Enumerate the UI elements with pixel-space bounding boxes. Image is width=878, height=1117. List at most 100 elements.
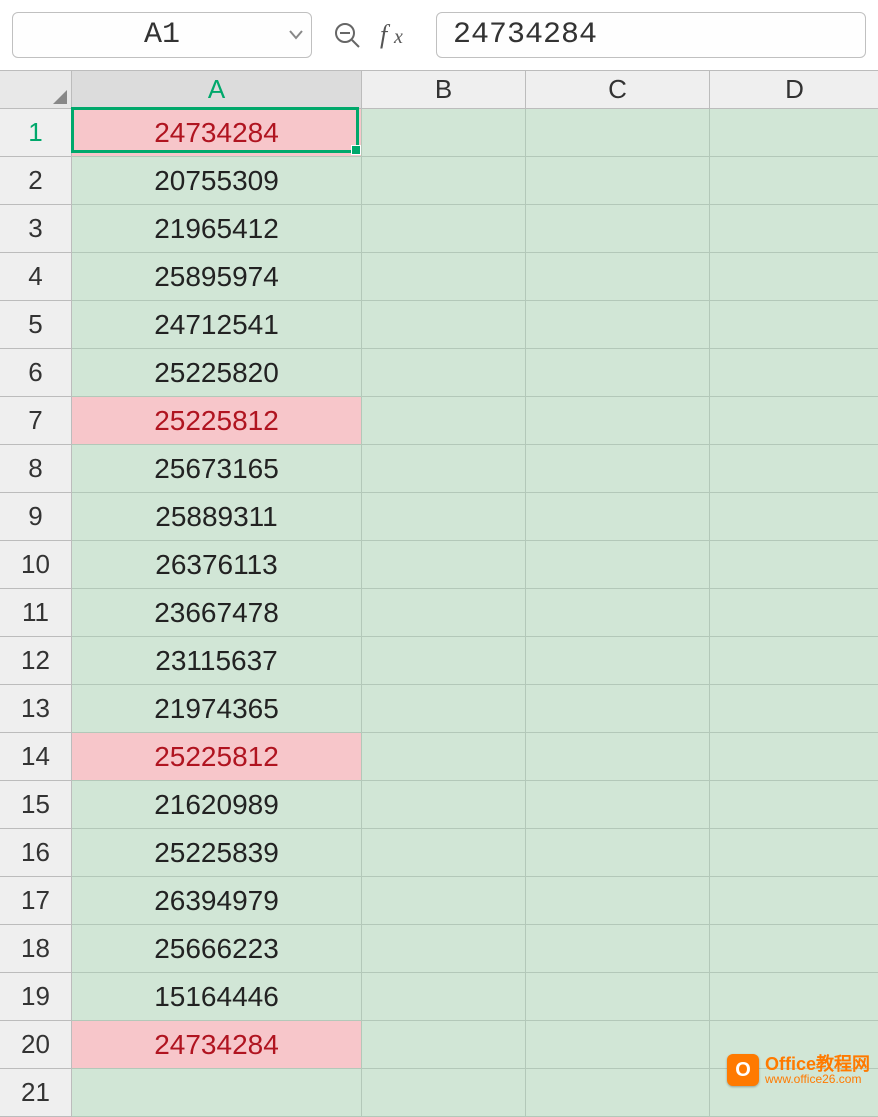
row-header[interactable]: 21 (0, 1069, 72, 1117)
cell-D16[interactable] (710, 829, 878, 877)
fx-icon[interactable]: f x (380, 20, 418, 50)
cell-C6[interactable] (526, 349, 710, 397)
cell-A6[interactable]: 25225820 (72, 349, 362, 397)
row-header[interactable]: 7 (0, 397, 72, 445)
cell-B13[interactable] (362, 685, 526, 733)
row-header[interactable]: 4 (0, 253, 72, 301)
spreadsheet-grid[interactable]: A B C D 1 24734284 22075530932196541242589… (0, 70, 878, 1117)
cell-D10[interactable] (710, 541, 878, 589)
row-header[interactable]: 19 (0, 973, 72, 1021)
row-header[interactable]: 14 (0, 733, 72, 781)
cell-D14[interactable] (710, 733, 878, 781)
cell-A18[interactable]: 25666223 (72, 925, 362, 973)
cell-D9[interactable] (710, 493, 878, 541)
cell-D5[interactable] (710, 301, 878, 349)
cell-A12[interactable]: 23115637 (72, 637, 362, 685)
cell-C15[interactable] (526, 781, 710, 829)
select-all-corner[interactable] (0, 71, 72, 109)
row-header[interactable]: 3 (0, 205, 72, 253)
cell-B11[interactable] (362, 589, 526, 637)
cell-D4[interactable] (710, 253, 878, 301)
column-header-A[interactable]: A (72, 71, 362, 109)
column-header-C[interactable]: C (526, 71, 710, 109)
name-box[interactable]: A1 (12, 12, 312, 58)
name-box-dropdown-icon[interactable] (289, 30, 303, 40)
row-header[interactable]: 2 (0, 157, 72, 205)
row-header[interactable]: 1 (0, 109, 72, 157)
cell-D12[interactable] (710, 637, 878, 685)
cell-B21[interactable] (362, 1069, 526, 1117)
cell-C7[interactable] (526, 397, 710, 445)
cell-B12[interactable] (362, 637, 526, 685)
cell-B16[interactable] (362, 829, 526, 877)
cell-B20[interactable] (362, 1021, 526, 1069)
row-header[interactable]: 15 (0, 781, 72, 829)
cell-D3[interactable] (710, 205, 878, 253)
cell-D17[interactable] (710, 877, 878, 925)
cell-D13[interactable] (710, 685, 878, 733)
row-header[interactable]: 9 (0, 493, 72, 541)
cell-C12[interactable] (526, 637, 710, 685)
cell-B8[interactable] (362, 445, 526, 493)
cell-D8[interactable] (710, 445, 878, 493)
cell-B2[interactable] (362, 157, 526, 205)
cell-C2[interactable] (526, 157, 710, 205)
cell-D6[interactable] (710, 349, 878, 397)
cell-B1[interactable] (362, 109, 526, 157)
cell-B5[interactable] (362, 301, 526, 349)
cell-C10[interactable] (526, 541, 710, 589)
cell-C20[interactable] (526, 1021, 710, 1069)
cell-C3[interactable] (526, 205, 710, 253)
cell-C9[interactable] (526, 493, 710, 541)
cell-A20[interactable]: 24734284 (72, 1021, 362, 1069)
cell-D1[interactable] (710, 109, 878, 157)
formula-input[interactable]: 24734284 (436, 12, 866, 58)
row-header[interactable]: 18 (0, 925, 72, 973)
cell-A11[interactable]: 23667478 (72, 589, 362, 637)
cell-C14[interactable] (526, 733, 710, 781)
cell-D15[interactable] (710, 781, 878, 829)
row-header[interactable]: 12 (0, 637, 72, 685)
row-header[interactable]: 6 (0, 349, 72, 397)
cell-D19[interactable] (710, 973, 878, 1021)
cell-D7[interactable] (710, 397, 878, 445)
cell-C16[interactable] (526, 829, 710, 877)
column-header-B[interactable]: B (362, 71, 526, 109)
cell-C1[interactable] (526, 109, 710, 157)
cell-A8[interactable]: 25673165 (72, 445, 362, 493)
cell-B9[interactable] (362, 493, 526, 541)
zoom-out-icon[interactable] (332, 20, 362, 50)
row-header[interactable]: 5 (0, 301, 72, 349)
cell-B4[interactable] (362, 253, 526, 301)
row-header[interactable]: 10 (0, 541, 72, 589)
cell-A14[interactable]: 25225812 (72, 733, 362, 781)
cell-B14[interactable] (362, 733, 526, 781)
cell-B15[interactable] (362, 781, 526, 829)
cell-A10[interactable]: 26376113 (72, 541, 362, 589)
cell-B3[interactable] (362, 205, 526, 253)
row-header[interactable]: 17 (0, 877, 72, 925)
column-header-D[interactable]: D (710, 71, 878, 109)
cell-A15[interactable]: 21620989 (72, 781, 362, 829)
cell-C21[interactable] (526, 1069, 710, 1117)
cell-A3[interactable]: 21965412 (72, 205, 362, 253)
cell-A17[interactable]: 26394979 (72, 877, 362, 925)
cell-A7[interactable]: 25225812 (72, 397, 362, 445)
cell-A5[interactable]: 24712541 (72, 301, 362, 349)
cell-A21[interactable] (72, 1069, 362, 1117)
row-header[interactable]: 11 (0, 589, 72, 637)
cell-C4[interactable] (526, 253, 710, 301)
row-header[interactable]: 20 (0, 1021, 72, 1069)
cell-D11[interactable] (710, 589, 878, 637)
cell-D2[interactable] (710, 157, 878, 205)
cell-A13[interactable]: 21974365 (72, 685, 362, 733)
cell-A2[interactable]: 20755309 (72, 157, 362, 205)
cell-C19[interactable] (526, 973, 710, 1021)
cell-B18[interactable] (362, 925, 526, 973)
cell-B7[interactable] (362, 397, 526, 445)
cell-A4[interactable]: 25895974 (72, 253, 362, 301)
cell-B6[interactable] (362, 349, 526, 397)
cell-D18[interactable] (710, 925, 878, 973)
cell-B19[interactable] (362, 973, 526, 1021)
cell-C18[interactable] (526, 925, 710, 973)
